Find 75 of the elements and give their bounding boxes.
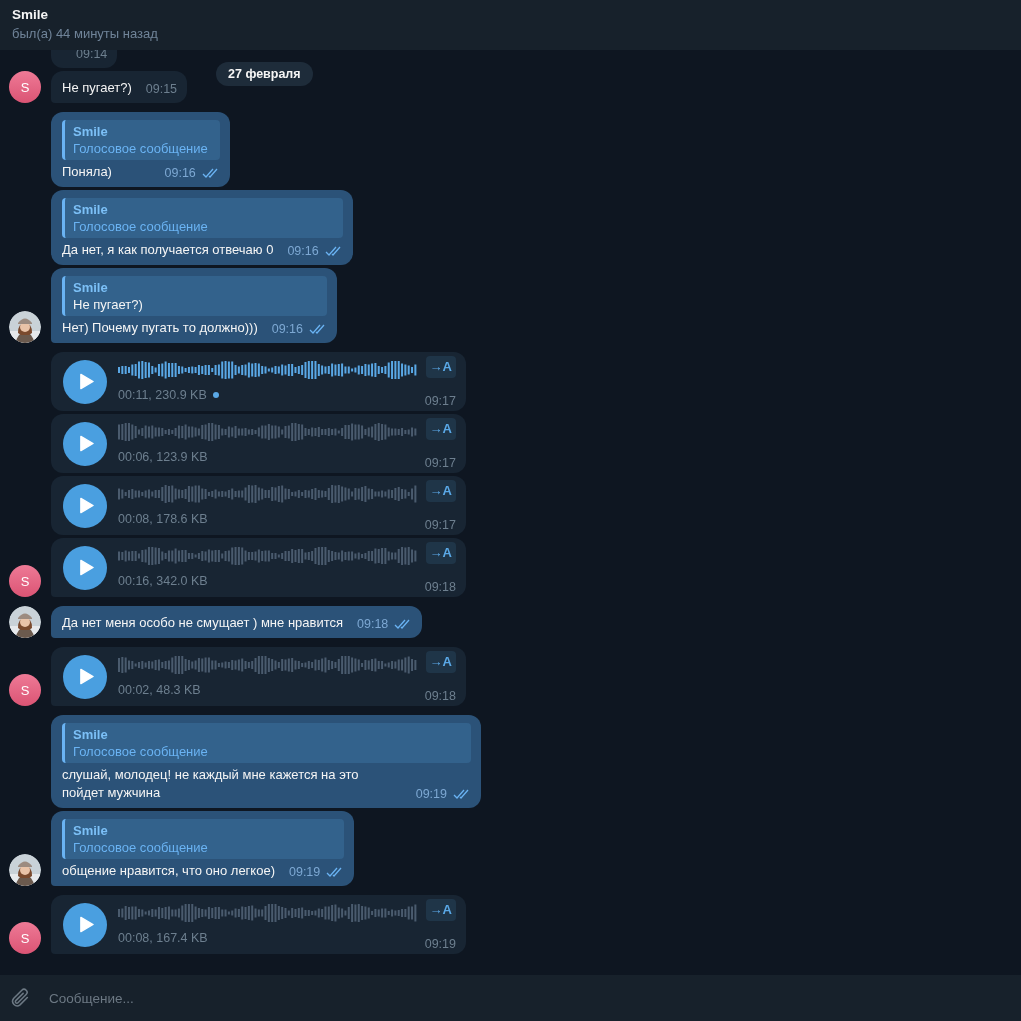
- avatar[interactable]: [9, 854, 41, 886]
- play-button[interactable]: [63, 359, 107, 404]
- reply-text: Голосовое сообщение: [73, 140, 208, 157]
- reply-quote[interactable]: Smile Не пугает?): [62, 276, 327, 316]
- voice-duration-size: 00:08, 178.6 KB: [118, 511, 208, 526]
- avatar[interactable]: S: [9, 922, 41, 954]
- message-text: Да нет меня особо не смущает ) мне нравится: [62, 614, 344, 632]
- play-icon: [79, 559, 94, 576]
- message-time: 09:17: [424, 393, 456, 408]
- voice-duration-size: 00:02, 48.3 KB: [118, 682, 201, 697]
- transcribe-button[interactable]: →A: [425, 650, 456, 673]
- transcribe-button[interactable]: →A: [425, 355, 456, 378]
- date-badge: 27 февраля: [216, 62, 313, 86]
- message-time: 09:15: [145, 82, 178, 96]
- reply-author: Smile: [73, 726, 109, 743]
- reply-author: Smile: [73, 822, 109, 839]
- voice-duration-size: 00:16, 342.0 KB: [118, 573, 208, 588]
- play-icon: [79, 435, 94, 452]
- play-icon: [79, 668, 94, 685]
- voice-duration-size: 00:11, 230.9 KB: [118, 387, 207, 402]
- play-icon: [79, 373, 94, 390]
- message-text: Поняла): [62, 163, 112, 181]
- reply-text: Голосовое сообщение: [73, 839, 209, 856]
- last-seen-status: был(а) 44 минуты назад: [12, 25, 159, 43]
- play-button[interactable]: [63, 421, 107, 466]
- reply-author: Smile: [73, 123, 109, 140]
- message-time: 09:18: [424, 688, 456, 703]
- message-text: общение нравится, что оно легкое): [62, 862, 275, 880]
- transcribe-button[interactable]: →A: [425, 417, 456, 440]
- message-text: слушай, молодец! не каждый мне кажется на это пойдет мужчина: [62, 766, 360, 802]
- message-time: 09:19: [424, 936, 456, 951]
- play-icon: [79, 916, 94, 933]
- avatar[interactable]: S: [9, 674, 41, 706]
- play-button[interactable]: [63, 902, 107, 947]
- message-time: 09:19: [415, 787, 447, 801]
- transcribe-button[interactable]: →A: [425, 898, 456, 921]
- message-time: 09:16: [271, 322, 303, 336]
- unlistened-dot: [212, 391, 219, 398]
- reply-author: Smile: [73, 279, 109, 296]
- avatar[interactable]: S: [9, 71, 41, 103]
- message-input[interactable]: Сообщение...: [47, 982, 1021, 1014]
- reply-author: Smile: [73, 201, 109, 218]
- play-button[interactable]: [63, 483, 107, 528]
- play-button[interactable]: [63, 654, 107, 699]
- message-composer[interactable]: Сообщение...: [0, 975, 1021, 1021]
- voice-duration-size: 00:06, 123.9 KB: [118, 449, 208, 464]
- message-time: 09:18: [357, 617, 389, 631]
- voice-duration-size: 00:08, 167.4 KB: [118, 930, 208, 945]
- reply-quote[interactable]: Smile Голосовое сообщение: [62, 120, 220, 160]
- play-button[interactable]: [63, 545, 107, 590]
- message-text: Да нет, я как получается отвечаю 0: [62, 241, 274, 259]
- transcribe-button[interactable]: →A: [425, 541, 456, 564]
- chat-title: Smile: [12, 6, 50, 23]
- message-text: Не пугает?): [62, 79, 132, 97]
- message-time: 09:17: [424, 455, 456, 470]
- message-time: 09:18: [424, 579, 456, 594]
- reply-quote[interactable]: Smile Голосовое сообщение: [62, 819, 345, 859]
- message-time: 09:16: [164, 166, 196, 180]
- message-time: 09:17: [424, 517, 456, 532]
- play-icon: [79, 497, 94, 514]
- avatar[interactable]: [9, 606, 41, 638]
- reply-text: Голосовое сообщение: [73, 743, 209, 760]
- avatar[interactable]: S: [9, 565, 41, 597]
- waveform-drawing[interactable]: [118, 359, 418, 380]
- message-time: 09:19: [289, 865, 321, 879]
- avatar[interactable]: [9, 311, 41, 343]
- reply-quote[interactable]: Smile Голосовое сообщение: [62, 723, 471, 763]
- message-time: 09:14: [76, 50, 108, 61]
- reply-text: Голосовое сообщение: [73, 218, 209, 235]
- reply-text: Не пугает?): [73, 296, 144, 313]
- message-text: Нет) Почему пугать то должно))): [62, 319, 258, 337]
- reply-quote[interactable]: Smile Голосовое сообщение: [62, 198, 343, 238]
- attach-icon[interactable]: [9, 987, 31, 1009]
- transcribe-button[interactable]: →A: [425, 479, 456, 502]
- message-time: 09:16: [287, 244, 319, 258]
